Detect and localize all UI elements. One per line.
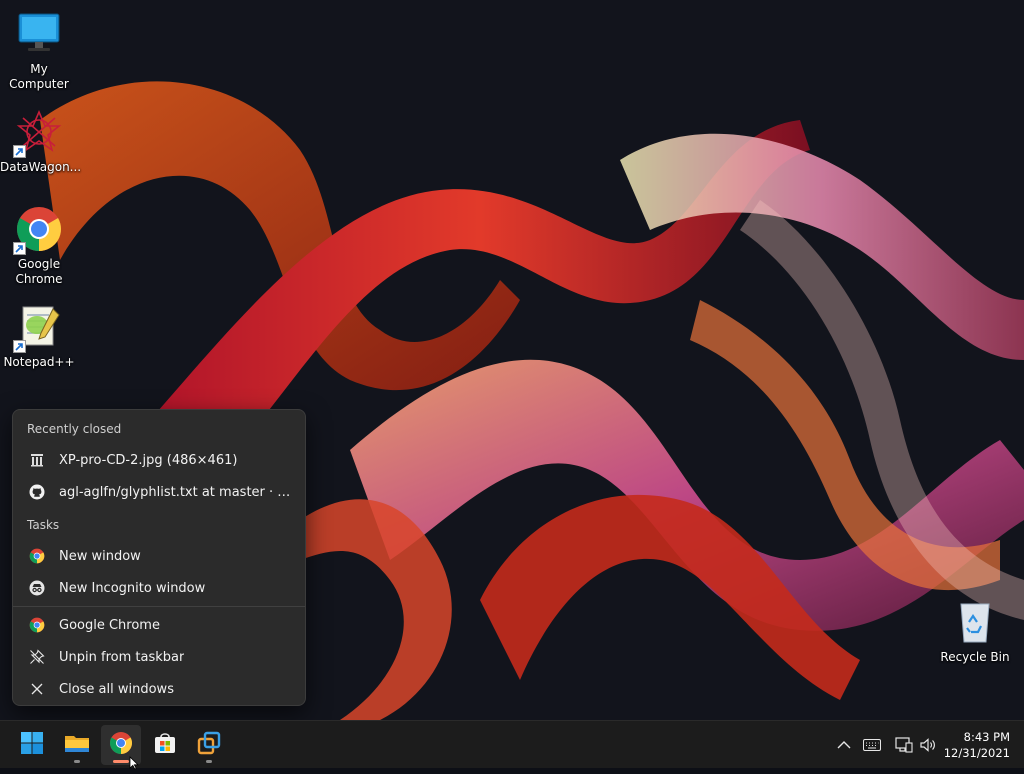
github-icon xyxy=(29,484,45,500)
notepad-plus-plus-icon xyxy=(13,303,63,353)
taskbar: 8:43 PM 12/31/2021 xyxy=(0,720,1024,768)
taskbar-microsoft-store[interactable] xyxy=(145,725,185,765)
recycle-bin-icon xyxy=(951,598,999,646)
running-indicator xyxy=(74,760,80,763)
desktop-icon-label: Google Chrome xyxy=(15,257,63,286)
taskbar-vmware[interactable] xyxy=(189,725,229,765)
shortcut-arrow-icon xyxy=(13,242,26,255)
show-hidden-icons-chevron-up-icon[interactable] xyxy=(834,735,854,755)
unpin-icon xyxy=(29,649,45,665)
store-icon xyxy=(153,731,177,759)
tasks-header: Tasks xyxy=(27,518,60,532)
jumplist-item-label: New Incognito window xyxy=(59,580,206,596)
jumplist-item-label: XP-pro-CD-2.jpg (486×461) xyxy=(59,452,238,468)
chrome-icon xyxy=(29,617,45,633)
jumplist-item-label: Unpin from taskbar xyxy=(59,649,185,665)
datawagon-icon xyxy=(13,108,63,158)
desktop-icon-label: My Computer xyxy=(9,62,69,91)
vmware-icon xyxy=(197,731,221,759)
jumplist-task-new-incognito-window[interactable]: New Incognito window xyxy=(17,573,301,603)
desktop-icon-label: DataWagon... xyxy=(0,160,82,174)
incognito-icon xyxy=(29,580,45,596)
jumplist-action-open-chrome[interactable]: Google Chrome xyxy=(17,610,301,640)
image-file-icon xyxy=(29,452,45,468)
clock-time: 8:43 PM xyxy=(963,730,1010,744)
chrome-icon xyxy=(29,548,45,564)
taskbar-clock[interactable]: 8:43 PM 12/31/2021 xyxy=(944,729,1010,761)
chrome-jump-list: Recently closed XP-pro-CD-2.jpg (486×461… xyxy=(12,409,306,706)
desktop-icon-recycle-bin[interactable]: Recycle Bin xyxy=(936,598,1014,665)
network-icon[interactable] xyxy=(894,735,914,755)
clock-date: 12/31/2021 xyxy=(943,746,1010,760)
desktop-icon-google-chrome[interactable]: Google Chrome xyxy=(0,205,78,287)
keyboard-icon[interactable] xyxy=(862,735,882,755)
shortcut-arrow-icon xyxy=(13,340,26,353)
recently-closed-header: Recently closed xyxy=(27,422,122,436)
volume-icon[interactable] xyxy=(918,735,938,755)
jumplist-item-label: agl-aglfn/glyphlist.txt at master · ad..… xyxy=(59,484,295,500)
jumplist-divider xyxy=(13,606,305,607)
file-explorer-icon xyxy=(64,731,90,759)
monitor-icon xyxy=(15,10,63,58)
jumplist-task-new-window[interactable]: New window xyxy=(17,541,301,571)
shortcut-arrow-icon xyxy=(13,145,26,158)
jumplist-item-label: Google Chrome xyxy=(59,617,160,633)
desktop-icon-notepad-plus-plus[interactable]: Notepad++ xyxy=(0,303,78,370)
taskbar-file-explorer[interactable] xyxy=(57,725,97,765)
running-indicator xyxy=(113,760,129,763)
desktop-icon-label: Notepad++ xyxy=(3,355,75,369)
jumplist-item-label: Close all windows xyxy=(59,681,174,697)
jumplist-action-unpin[interactable]: Unpin from taskbar xyxy=(17,642,301,672)
desktop-icon-datawagon[interactable]: DataWagon... xyxy=(0,108,82,175)
close-icon xyxy=(29,681,45,697)
chrome-icon xyxy=(13,205,63,255)
desktop-icon-label: Recycle Bin xyxy=(940,650,1010,664)
jumplist-recent-item[interactable]: XP-pro-CD-2.jpg (486×461) xyxy=(17,445,301,475)
desktop-icon-my-computer[interactable]: My Computer xyxy=(0,10,78,92)
mouse-pointer-icon xyxy=(129,755,139,774)
windows-start-icon xyxy=(20,731,44,759)
running-indicator xyxy=(206,760,212,763)
start-button[interactable] xyxy=(12,725,52,765)
jumplist-action-close-all-windows[interactable]: Close all windows xyxy=(17,674,301,704)
jumplist-item-label: New window xyxy=(59,548,141,564)
jumplist-recent-item[interactable]: agl-aglfn/glyphlist.txt at master · ad..… xyxy=(17,477,301,507)
